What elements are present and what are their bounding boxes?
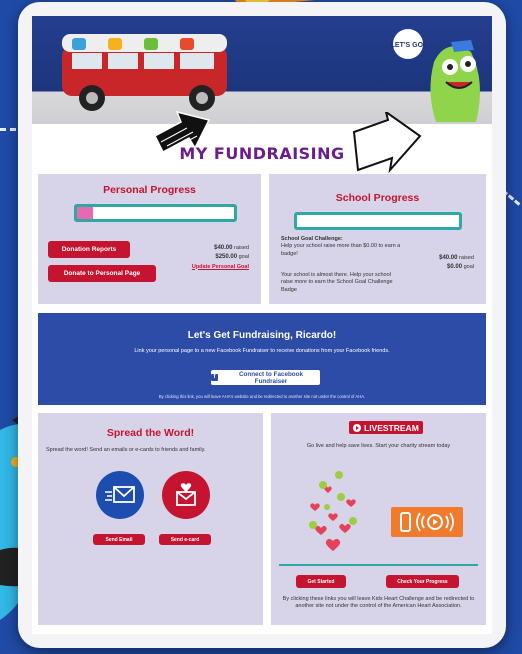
connect-facebook-button[interactable]: f Connect to Facebook Fundraiser <box>211 370 320 385</box>
facebook-disclaimer: By clicking this link, you will leave AH… <box>158 394 366 399</box>
red-bus-illustration <box>62 34 227 111</box>
ecard-heart-icon <box>176 483 196 506</box>
school-goal-amount: $0.00 <box>447 264 463 271</box>
livestream-badge: LIVESTREAM <box>349 421 423 434</box>
connect-facebook-label: Connect to Facebook Fundraiser <box>238 370 303 385</box>
spread-the-word-panel: Spread the Word! Spread the word! Send a… <box>38 413 263 625</box>
personal-raised-suffix: raised <box>234 245 249 251</box>
school-challenge-heading: School Goal Challenge: <box>281 236 343 242</box>
school-note: Your school is almost there. Help your s… <box>281 272 393 293</box>
personal-progress-bar <box>74 204 237 222</box>
school-raised-suffix: raised <box>459 255 474 261</box>
email-icon <box>105 486 135 503</box>
livestream-disclaimer: By clicking these links you will leave K… <box>282 596 475 610</box>
donation-reports-button[interactable]: Donation Reports <box>48 241 130 258</box>
speech-bubble: LET'S GO! <box>391 42 426 49</box>
livestream-badge-label: LIVESTREAM <box>364 422 419 433</box>
send-email-button[interactable]: Send Email <box>93 534 145 545</box>
school-progress-title: School Progress <box>335 192 420 204</box>
check-progress-button[interactable]: Check Your Progress <box>386 575 459 588</box>
school-progress-panel: School Progress School Goal Challenge: H… <box>269 174 486 304</box>
get-started-button[interactable]: Get Started <box>296 575 346 588</box>
livestream-play-icon <box>353 423 361 432</box>
donate-personal-page-button[interactable]: Donate to Personal Page <box>48 265 156 282</box>
school-challenge-text: Help your school raise more than $0.00 t… <box>281 243 401 257</box>
school-raised-summary: $40.00 raised $0.00 goal <box>439 254 474 273</box>
school-goal-suffix: goal <box>463 264 474 271</box>
hearts-likes-icon <box>309 471 357 551</box>
send-ecard-circle[interactable] <box>162 471 210 519</box>
hero-banner: LET'S GO! <box>32 16 492 124</box>
fundraising-page: LET'S GO! MY FUNDRAISING Personal Progre… <box>32 16 492 634</box>
facebook-icon: f <box>211 374 218 381</box>
send-ecard-button[interactable]: Send e-card <box>159 534 211 545</box>
send-email-circle[interactable] <box>96 471 144 519</box>
school-challenge: School Goal Challenge: Help your school … <box>281 236 409 258</box>
phone-stream-icon <box>391 507 463 537</box>
personal-raised-amount: $40.00 <box>214 245 233 251</box>
livestream-text: Go live and help save lives. Start your … <box>306 443 451 449</box>
school-raised-amount: $40.00 <box>439 255 458 261</box>
facebook-heading: Let's Get Fundraising, Ricardo! <box>187 330 337 341</box>
facebook-text: Link your personal page to a new Faceboo… <box>134 348 390 354</box>
school-progress-bar <box>294 212 462 230</box>
tablet-frame: LET'S GO! MY FUNDRAISING Personal Progre… <box>18 2 506 648</box>
livestream-divider <box>279 564 478 566</box>
personal-goal-suffix: goal <box>238 254 249 261</box>
facebook-fundraiser-panel: Let's Get Fundraising, Ricardo! Link you… <box>38 313 486 405</box>
livestream-panel: LIVESTREAM Go live and help save lives. … <box>271 413 486 625</box>
spread-title: Spread the Word! <box>106 427 195 439</box>
spread-text: Spread the word! Send an emails or e-car… <box>46 447 206 453</box>
update-personal-goal-link[interactable]: Update Personal Goal <box>192 263 249 272</box>
personal-goal-amount: $250.00 <box>215 254 238 261</box>
personal-progress-fill <box>77 207 93 219</box>
personal-progress-title: Personal Progress <box>103 184 196 196</box>
page-title: MY FUNDRAISING <box>179 144 345 163</box>
green-monster-illustration: LET'S GO! <box>391 29 480 122</box>
personal-progress-panel: Personal Progress Donation Reports Donat… <box>38 174 261 304</box>
personal-raised-summary: $40.00 raised $250.00 goal Update Person… <box>192 244 249 271</box>
